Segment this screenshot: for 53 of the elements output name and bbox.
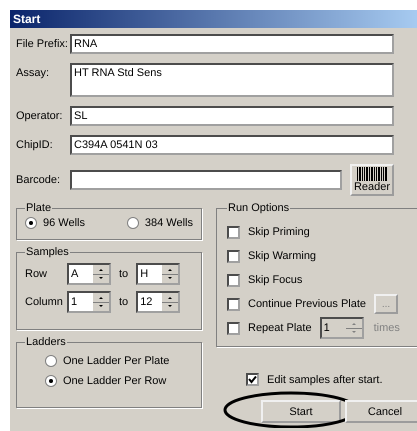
times-label: times (374, 322, 400, 334)
spin-buttons-icon (93, 265, 109, 283)
spin-field[interactable]: H (136, 263, 180, 285)
checkbox-label: Repeat Plate (248, 322, 312, 334)
range-to-label: to (119, 296, 128, 308)
field-label: Operator: (16, 110, 64, 122)
checkbox[interactable] (227, 322, 240, 334)
checkbox-label: Continue Previous Plate (248, 298, 366, 310)
window-title: Start (13, 12, 40, 26)
radio-label: 96 Wells (43, 217, 85, 229)
radio-button[interactable] (45, 375, 57, 387)
group-title: Samples (25, 246, 70, 258)
checkbox-label: Skip Focus (248, 274, 302, 286)
reader-button[interactable]: Reader (350, 164, 394, 196)
input-field[interactable]: C394A 0541N 03 (70, 135, 394, 155)
spin-field[interactable]: 12 (136, 291, 180, 313)
radio-label: One Ladder Per Row (63, 375, 166, 387)
spin-field[interactable]: 1 (320, 317, 364, 339)
spin-field[interactable]: A (67, 263, 111, 285)
checkbox-label: Skip Warming (248, 250, 316, 262)
input-field[interactable] (70, 170, 342, 190)
field-label: ChipID: (16, 139, 54, 151)
spin-buttons-icon (162, 293, 178, 311)
field-label: File Prefix: (16, 38, 69, 50)
range-label: Row (25, 268, 48, 280)
checkbox-label: Skip Priming (248, 226, 310, 238)
radio-button[interactable] (45, 355, 57, 367)
input-field[interactable]: HT RNA Std Sens (70, 63, 394, 97)
radio-label: 384 Wells (144, 217, 193, 229)
range-label: Column (25, 296, 64, 308)
group-title: Plate (25, 202, 52, 214)
range-to-label: to (119, 268, 128, 280)
spin-buttons-icon (93, 293, 109, 311)
checkbox[interactable] (227, 274, 240, 286)
field-label: Barcode: (16, 174, 62, 186)
checkbox[interactable] (227, 298, 240, 310)
spin-buttons-icon (162, 265, 178, 283)
field-label: Assay: (16, 66, 50, 79)
group-title: Run Options (227, 202, 290, 214)
radio-label: One Ladder Per Plate (63, 355, 170, 367)
checkbox[interactable] (246, 373, 259, 386)
input-field[interactable]: SL (70, 106, 394, 126)
radio-button[interactable] (126, 217, 139, 229)
checkbox[interactable] (227, 226, 240, 238)
dialog-button[interactable]: Cancel (345, 400, 417, 423)
checkbox-label: Edit samples after start. (267, 374, 383, 386)
input-field[interactable]: RNA (70, 34, 394, 54)
spin-field[interactable]: 1 (67, 291, 111, 313)
checkbox[interactable] (227, 250, 240, 262)
dialog-button[interactable]: Start (261, 400, 341, 423)
barcode-icon (357, 167, 387, 181)
radio-button[interactable] (25, 217, 37, 229)
group-title: Ladders (25, 336, 67, 348)
